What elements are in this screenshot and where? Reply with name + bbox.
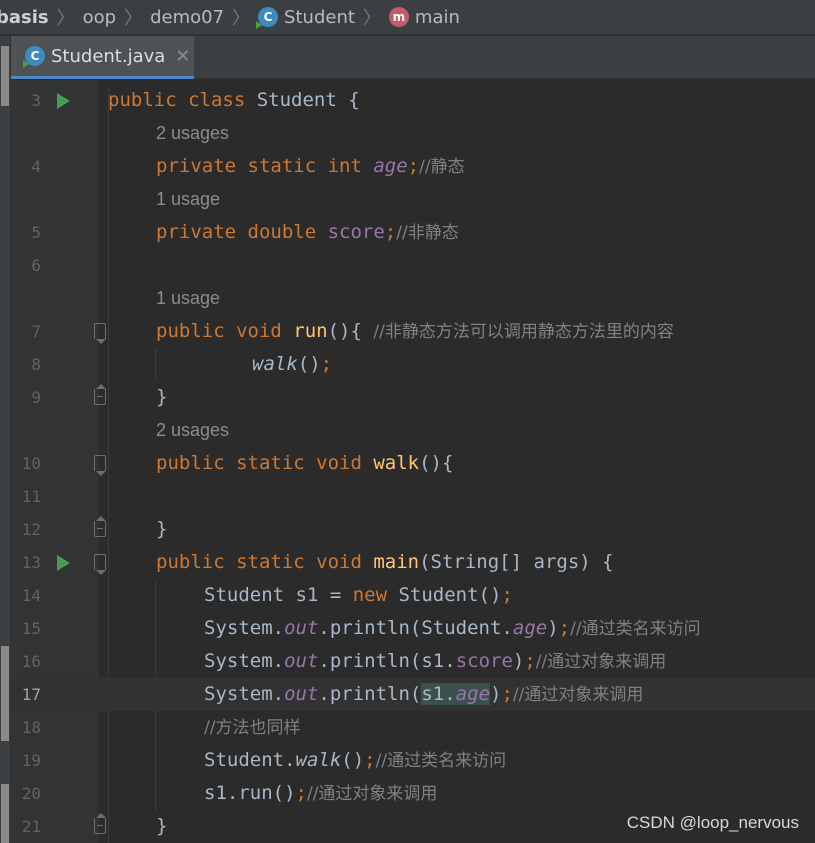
breadcrumb-separator-icon: 〉 [124, 8, 143, 29]
code-line[interactable]: 11 [11, 480, 815, 513]
watermark: CSDN @loop_nervous [626, 813, 799, 832]
fold-icon[interactable] [94, 384, 106, 405]
usage-hint[interactable]: 2 usages [11, 414, 815, 447]
breadcrumb-item-basis[interactable]: basis [0, 7, 49, 28]
line-number: 17 [21, 685, 41, 704]
bookmarks-tool-handle[interactable] [1, 646, 9, 741]
tab-student-java[interactable]: C Student.java ✕ [11, 36, 194, 79]
code-line[interactable]: 8 walk(); [11, 348, 815, 381]
line-number: 8 [31, 355, 41, 374]
line-number: 20 [21, 784, 41, 803]
fold-icon[interactable] [94, 516, 106, 537]
code-line[interactable]: 19 Student.walk();//通过类名来访问 [11, 744, 815, 777]
line-number: 6 [31, 256, 41, 275]
tool-window-strip[interactable] [0, 36, 11, 843]
usage-count[interactable]: 1 usage [156, 282, 220, 315]
usage-hint[interactable]: 2 usages [11, 117, 815, 150]
usage-hint[interactable]: 1 usage [11, 183, 815, 216]
breadcrumb-separator-icon: 〉 [362, 8, 381, 29]
method-icon: m [388, 7, 409, 27]
code-line[interactable]: 9 } [11, 381, 815, 414]
close-icon[interactable]: ✕ [175, 46, 190, 67]
breadcrumb: basis 〉 oop 〉 demo07 〉 C Student 〉 m mai… [0, 0, 815, 35]
line-number: 3 [31, 91, 41, 110]
code-line[interactable]: 5 private double score;//非静态 [11, 216, 815, 249]
code-line[interactable]: 4 private static int age;//静态 [11, 150, 815, 183]
fold-icon[interactable] [94, 554, 106, 575]
fold-icon[interactable] [94, 323, 106, 344]
project-tool-handle[interactable] [1, 46, 9, 106]
run-gutter-icon[interactable] [57, 93, 70, 109]
line-number: 19 [21, 751, 41, 770]
line-number: 4 [31, 157, 41, 176]
breadcrumb-item-main[interactable]: m main [388, 7, 460, 28]
usage-count[interactable]: 1 usage [156, 183, 220, 216]
code-line-current[interactable]: 17 System.out.println(s1.age);//通过对象来调用 [11, 678, 815, 711]
breadcrumb-item-oop[interactable]: oop [83, 7, 116, 28]
code-line[interactable]: 10 public static void walk(){ [11, 447, 815, 480]
line-number: 21 [21, 817, 41, 836]
structure-tool-handle[interactable] [1, 784, 9, 843]
line-number: 16 [21, 652, 41, 671]
code-line[interactable]: 7 public void run(){ //非静态方法可以调用静态方法里的内容 [11, 315, 815, 348]
tab-label: Student.java [51, 45, 166, 67]
code-line[interactable]: 3 public class Student { [11, 84, 815, 117]
usage-count[interactable]: 2 usages [156, 117, 229, 150]
usage-count[interactable]: 2 usages [156, 414, 229, 447]
run-gutter-icon[interactable] [57, 555, 70, 571]
line-number: 9 [31, 388, 41, 407]
code-line[interactable]: 13 public static void main(String[] args… [11, 546, 815, 579]
code-line[interactable]: 18 //方法也同样 [11, 711, 815, 744]
line-number: 14 [21, 586, 41, 605]
code-line[interactable]: 20 s1.run();//通过对象来调用 [11, 777, 815, 810]
breadcrumb-item-student[interactable]: C Student [256, 7, 355, 29]
editor-tab-bar: C Student.java ✕ [11, 36, 815, 79]
code-line[interactable]: 12 } [11, 513, 815, 546]
code-line[interactable]: 16 System.out.println(s1.score);//通过对象来调… [11, 645, 815, 678]
usage-hint[interactable]: 1 usage [11, 282, 815, 315]
line-number: 12 [21, 520, 41, 539]
line-number: 13 [21, 553, 41, 572]
fold-icon[interactable] [94, 813, 106, 834]
line-number: 18 [21, 718, 41, 737]
class-icon: C [256, 7, 279, 29]
breadcrumb-item-demo07[interactable]: demo07 [150, 7, 224, 28]
code-line[interactable]: 14 Student s1 = new Student(); [11, 579, 815, 612]
line-number: 15 [21, 619, 41, 638]
line-number: 11 [21, 487, 41, 506]
line-number: 10 [21, 454, 41, 473]
breadcrumb-separator-icon: 〉 [56, 8, 75, 29]
line-number: 5 [31, 223, 41, 242]
code-line[interactable]: 15 System.out.println(Student.age);//通过类… [11, 612, 815, 645]
fold-icon[interactable] [94, 455, 106, 476]
breadcrumb-separator-icon: 〉 [232, 8, 251, 29]
code-line[interactable]: 6 [11, 249, 815, 282]
line-number: 7 [31, 322, 41, 341]
class-icon: C [23, 46, 45, 68]
